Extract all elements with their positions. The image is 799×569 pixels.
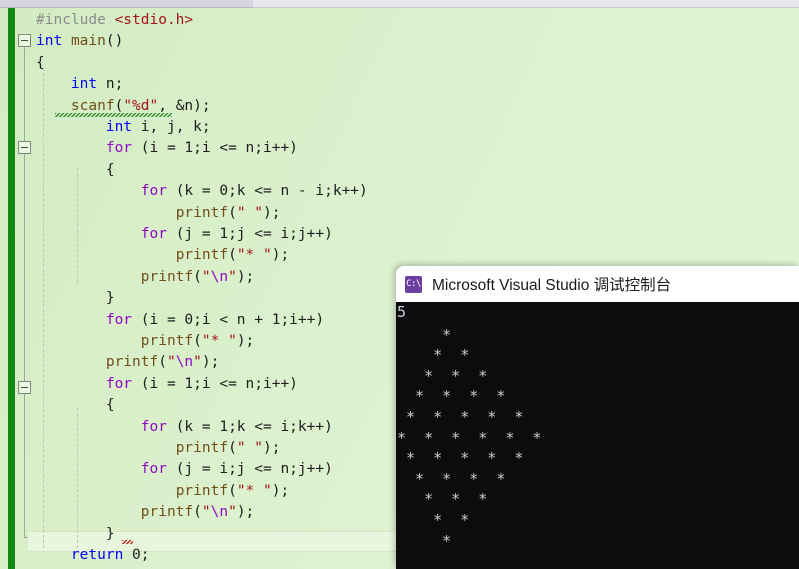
code-line[interactable]: printf(" "); [0, 203, 799, 224]
chrome-segment-left [0, 0, 253, 8]
console-title-text: Microsoft Visual Studio 调试控制台 [432, 277, 672, 294]
code-line[interactable]: for (i = 1;i <= n;i++) [0, 138, 799, 159]
console-input-echo: 5 [397, 303, 407, 321]
console-output-line: * * * * * [397, 449, 524, 468]
window-top-chrome [0, 0, 799, 8]
console-output-line: * [397, 531, 452, 550]
code-line[interactable]: { [0, 53, 799, 74]
console-output-line: * * * * * * [397, 428, 542, 447]
console-output-line: * [397, 325, 452, 344]
console-output-line: * * * [397, 490, 488, 509]
chrome-segment-right [253, 0, 799, 8]
console-title-bar[interactable]: C:\ Microsoft Visual Studio 调试控制台 [396, 266, 799, 302]
code-line[interactable]: printf("* "); [0, 245, 799, 266]
console-output-line: * * * * * [397, 408, 524, 426]
code-line[interactable]: { [0, 160, 799, 181]
warning-squiggle-scanf [55, 113, 172, 117]
indent-guide [77, 168, 78, 283]
code-line[interactable]: for (k = 0;k <= n - i;k++) [0, 181, 799, 202]
debug-console-window[interactable]: C:\ Microsoft Visual Studio 调试控制台 5 * * … [396, 266, 799, 569]
code-line[interactable]: int i, j, k; [0, 117, 799, 138]
console-output-line: * * * * [397, 469, 506, 488]
code-line[interactable]: #include <stdio.h> [0, 10, 799, 31]
error-squiggle-brace [122, 540, 133, 544]
console-output-line: * * * [397, 366, 488, 385]
console-output-line: * * [397, 346, 470, 365]
console-output-line: * * [397, 511, 470, 529]
indent-guide [43, 68, 44, 548]
console-output-area[interactable]: 5 * * * * * * * * * * * * * * * * * * * *… [396, 302, 799, 569]
console-output-line: * * * * [397, 387, 506, 406]
indent-guide [77, 408, 78, 548]
code-line[interactable]: for (j = 1;j <= i;j++) [0, 224, 799, 245]
console-icon-glyph: C:\ [406, 278, 421, 289]
console-cmd-icon: C:\ [405, 275, 422, 293]
code-line[interactable]: int main() [0, 31, 799, 52]
code-line[interactable]: int n; [0, 74, 799, 95]
